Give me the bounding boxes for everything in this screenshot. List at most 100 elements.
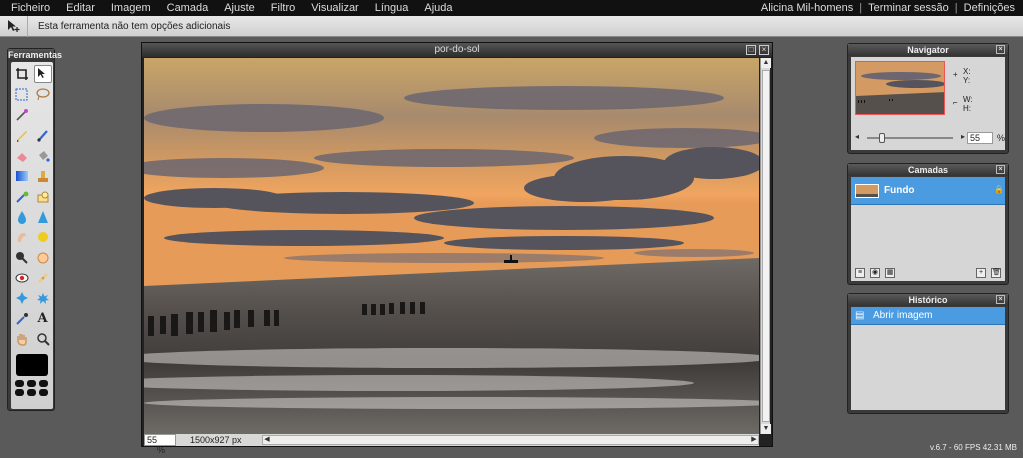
toolbox-title: Ferramentas: [8, 49, 63, 61]
zoom-slider[interactable]: ◂ ▸: [855, 132, 965, 144]
move-tool-icon[interactable]: [33, 65, 52, 84]
hand-tool-icon[interactable]: [13, 330, 31, 348]
scroll-right-icon[interactable]: ▶: [750, 436, 758, 444]
layer-name: Fundo: [884, 185, 915, 196]
navigator-size: ⌐ W: H:: [953, 95, 973, 113]
menu-ajuda[interactable]: Ajuda: [416, 2, 460, 14]
open-image-icon: ▤: [855, 309, 865, 321]
history-body: ▤ Abrir imagem: [851, 307, 1005, 410]
magic-wand-tool-icon[interactable]: [13, 106, 31, 124]
navigator-title: Navigator ×: [848, 44, 1008, 56]
menu-imagem[interactable]: Imagem: [103, 2, 159, 14]
bloat-tool-icon[interactable]: [13, 289, 31, 307]
menu-bar: Ficheiro Editar Imagem Camada Ajuste Fil…: [0, 0, 1023, 16]
toolbox-panel: Ferramentas A: [7, 48, 63, 411]
scroll-up-icon[interactable]: ▲: [761, 58, 771, 68]
size-icon: ⌐: [953, 98, 958, 107]
layers-panel: Camadas × Fundo 🔒 ≡ ◉ ▦ + 🗑: [847, 163, 1009, 285]
h-label: H:: [963, 104, 971, 113]
pencil-tool-icon[interactable]: [13, 126, 31, 144]
logout-link[interactable]: Terminar sessão: [868, 2, 949, 14]
image-canvas[interactable]: [144, 58, 759, 434]
spot-heal-tool-icon[interactable]: [34, 269, 52, 287]
menu-ficheiro[interactable]: Ficheiro: [0, 2, 58, 14]
user-name-link[interactable]: Alicina Mil-homens: [761, 2, 853, 14]
w-label: W:: [963, 95, 973, 104]
crop-tool-icon[interactable]: [13, 65, 31, 83]
close-icon[interactable]: ×: [759, 45, 769, 55]
color-swatch[interactable]: [16, 354, 48, 377]
move-tool-icon: [0, 15, 28, 37]
zoom-out-icon[interactable]: ◂: [855, 132, 859, 141]
marquee-tool-icon[interactable]: [13, 86, 31, 104]
toolbox-tools: A: [11, 62, 53, 409]
lasso-tool-icon[interactable]: [34, 86, 52, 104]
close-icon[interactable]: ×: [996, 45, 1005, 54]
zoom-field[interactable]: 55 %: [144, 434, 176, 455]
navigator-position: + X: Y:: [953, 67, 971, 85]
maximize-icon[interactable]: □: [746, 45, 756, 55]
layer-row[interactable]: Fundo 🔒: [851, 177, 1005, 205]
options-text: Esta ferramenta não tem opções adicionai…: [38, 20, 231, 32]
zoom-tool-icon[interactable]: [34, 330, 52, 348]
horizontal-scrollbar[interactable]: ◀ ▶: [262, 435, 759, 445]
navigator-title-text: Navigator: [907, 45, 949, 55]
pinch-tool-icon[interactable]: [34, 289, 52, 307]
history-panel: Histórico × ▤ Abrir imagem: [847, 293, 1009, 414]
close-icon[interactable]: ×: [996, 295, 1005, 304]
menu-camada[interactable]: Camada: [159, 2, 217, 14]
navigator-panel: Navigator × + X: Y: ⌐ W: H: ◂ ▸ 55 %: [847, 43, 1009, 154]
layers-title: Camadas ×: [848, 164, 1008, 176]
image-dimensions: 1500x927 px: [190, 435, 242, 445]
scroll-thumb[interactable]: [762, 70, 770, 422]
navigator-zoom-input[interactable]: 55: [967, 132, 993, 144]
menu-editar[interactable]: Editar: [58, 2, 103, 14]
red-eye-tool-icon[interactable]: [13, 269, 31, 287]
dodge-tool-icon[interactable]: [13, 249, 31, 267]
vertical-scrollbar[interactable]: ▲ ▼: [760, 58, 771, 434]
layer-style-icon[interactable]: ▦: [885, 268, 895, 278]
zoom-slider-knob[interactable]: [879, 133, 885, 143]
user-area: Alicina Mil-homens | Terminar sessão | D…: [761, 0, 1015, 16]
smudge-tool-icon[interactable]: [13, 228, 31, 246]
color-picker-tool-icon[interactable]: [13, 310, 31, 328]
eraser-tool-icon[interactable]: [13, 147, 31, 165]
gradient-tool-icon[interactable]: [13, 167, 31, 185]
crosshair-icon: +: [953, 70, 958, 79]
settings-link[interactable]: Definições: [964, 2, 1015, 14]
stamp-tool-icon[interactable]: [34, 167, 52, 185]
separator: |: [859, 2, 863, 14]
history-item[interactable]: ▤ Abrir imagem: [851, 307, 1005, 325]
history-title: Histórico ×: [848, 294, 1008, 306]
sharpen-tool-icon[interactable]: [34, 208, 52, 226]
burn-tool-icon[interactable]: [34, 249, 52, 267]
sponge-tool-icon[interactable]: [34, 228, 52, 246]
history-title-text: Histórico: [908, 295, 948, 305]
lock-icon[interactable]: 🔒: [994, 185, 1004, 194]
history-item-label: Abrir imagem: [873, 310, 933, 321]
scroll-left-icon[interactable]: ◀: [263, 436, 271, 444]
zoom-in-icon[interactable]: ▸: [961, 132, 965, 141]
image-window-titlebar[interactable]: por-do-sol □ ×: [142, 43, 772, 57]
menu-visualizar[interactable]: Visualizar: [303, 2, 367, 14]
close-icon[interactable]: ×: [996, 165, 1005, 174]
mode-buttons[interactable]: [15, 380, 49, 397]
menu-filtro[interactable]: Filtro: [263, 2, 303, 14]
blur-tool-icon[interactable]: [13, 208, 31, 226]
brush-tool-icon[interactable]: [34, 126, 52, 144]
type-tool-icon[interactable]: A: [34, 310, 52, 328]
layer-menu-icon[interactable]: ≡: [855, 268, 865, 278]
delete-layer-icon[interactable]: 🗑: [991, 268, 1001, 278]
menu-ajuste[interactable]: Ajuste: [216, 2, 263, 14]
new-layer-icon[interactable]: +: [976, 268, 986, 278]
fill-tool-icon[interactable]: [34, 147, 52, 165]
drawing-tool-icon[interactable]: [34, 188, 52, 206]
navigator-thumbnail[interactable]: [855, 61, 945, 115]
layers-title-text: Camadas: [907, 165, 949, 175]
scroll-down-icon[interactable]: ▼: [761, 424, 771, 434]
color-replace-tool-icon[interactable]: [13, 188, 31, 206]
layer-mask-icon[interactable]: ◉: [870, 268, 880, 278]
image-statusbar: 55 % 1500x927 px ◀ ▶: [144, 434, 759, 455]
menu-lingua[interactable]: Língua: [367, 2, 417, 14]
options-bar: Esta ferramenta não tem opções adicionai…: [0, 15, 1023, 37]
